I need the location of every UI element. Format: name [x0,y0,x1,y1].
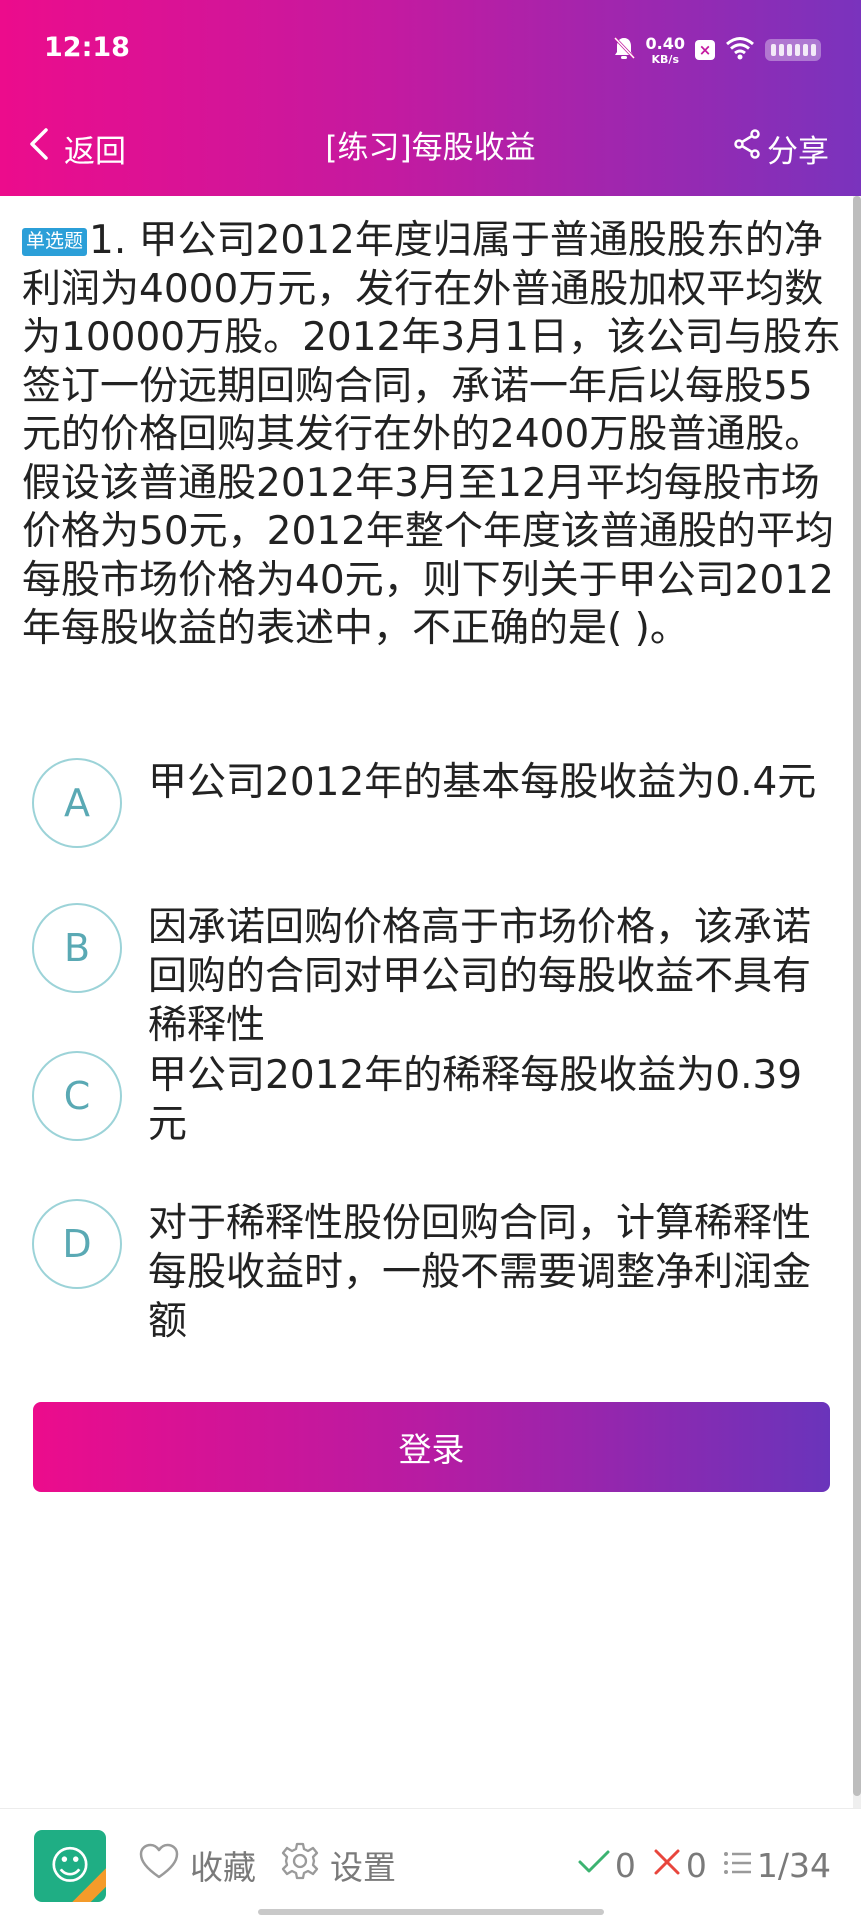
app-header: 12:18 0.40 KB/s × 返回 [练习]每股收益 分享 [0,0,861,196]
check-icon [577,1846,611,1885]
gear-icon [280,1841,320,1889]
share-icon [733,129,761,167]
back-button[interactable]: 返回 [28,118,126,178]
option-letter: C [32,1051,122,1141]
option-letter: B [32,903,122,993]
close-box-icon: × [695,40,715,60]
cross-icon [652,1846,682,1885]
question-text-block: 单选题 1. 甲公司2012年度归属于普通股股东的净利润为4000万元，发行在外普… [22,217,844,654]
list-icon [723,1846,753,1885]
option-text: 甲公司2012年的稀释每股收益为0.39元 [148,1053,803,1147]
option-b[interactable]: B 因承诺回购价格高于市场价格，该承诺回购的合同对甲公司的每股收益不具有稀释性 [32,903,842,1050]
back-label: 返回 [64,133,126,170]
option-text: 甲公司2012年的基本每股收益为0.4元 [148,760,817,805]
wifi-icon [725,36,755,64]
status-time: 12:18 [44,32,130,63]
app-logo-glyph-icon: ☺ [49,1843,91,1889]
correct-count-group: 0 [577,1846,636,1885]
scrollbar-thumb[interactable] [853,196,861,1796]
question-type-tag: 单选题 [22,228,88,256]
settings-label: 设置 [330,1848,396,1887]
option-a[interactable]: A 甲公司2012年的基本每股收益为0.4元 [32,758,842,848]
login-button[interactable]: 登录 [33,1402,830,1492]
app-logo: ☺ [34,1830,106,1902]
share-label: 分享 [767,133,829,170]
option-c[interactable]: C 甲公司2012年的稀释每股收益为0.39元 [32,1051,842,1149]
chevron-left-icon [28,127,50,169]
question-text: 1. 甲公司2012年度归属于普通股股东的净利润为4000万元，发行在外普通股加… [22,218,841,651]
option-letter: A [32,758,122,848]
nav-bar: 返回 [练习]每股收益 分享 [0,100,861,196]
status-icons: 0.40 KB/s × [612,30,821,70]
net-speed-value: 0.40 [645,33,685,53]
home-indicator[interactable] [258,1909,604,1915]
option-d[interactable]: D 对于稀释性股份回购合同，计算稀释性每股收益时，一般不需要调整净利润金额 [32,1199,842,1346]
status-bar: 12:18 0.40 KB/s × [0,0,861,100]
net-speed: 0.40 KB/s [645,33,685,66]
wrong-count: 0 [685,1845,707,1885]
battery-icon [765,39,821,61]
option-letter: D [32,1199,122,1289]
option-text: 对于稀释性股份回购合同，计算稀释性每股收益时，一般不需要调整净利润金额 [148,1201,812,1344]
net-speed-unit: KB/s [651,52,679,66]
answer-stats: 0 0 1/34 [561,1835,831,1895]
bottom-toolbar: ☺ 收藏 设置 0 0 1/34 [0,1808,861,1920]
correct-count: 0 [614,1845,636,1885]
question-progress: 1/34 [756,1845,831,1885]
share-button[interactable]: 分享 [733,118,829,178]
settings-button[interactable]: 设置 [280,1835,396,1895]
option-text: 因承诺回购价格高于市场价格，该承诺回购的合同对甲公司的每股收益不具有稀释性 [148,905,812,1048]
page-title: [练习]每股收益 [325,130,536,166]
bell-muted-icon [612,35,636,65]
favorite-label: 收藏 [190,1848,256,1887]
heart-icon [138,1842,180,1888]
question-list-button[interactable]: 1/34 [723,1846,831,1885]
wrong-count-group: 0 [652,1846,707,1885]
favorite-button[interactable]: 收藏 [138,1835,256,1895]
